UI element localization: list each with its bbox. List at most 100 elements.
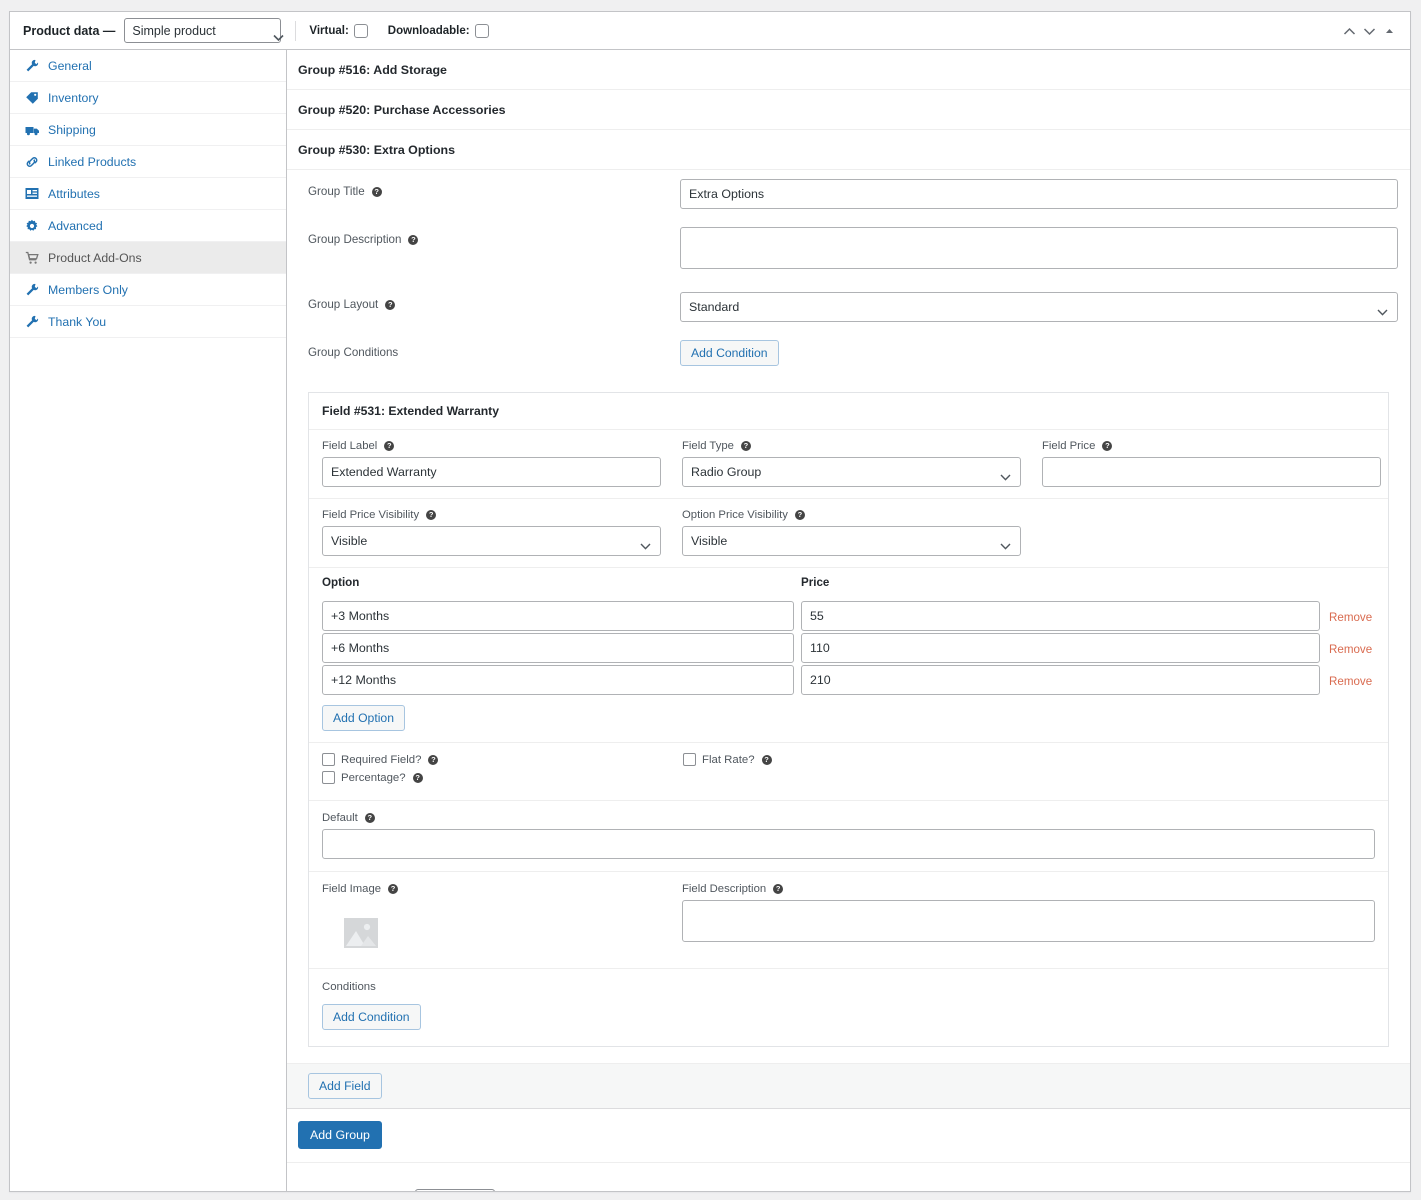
field-flags-left: Required Field? ? Percentage? ? <box>322 753 683 789</box>
sidebar-item-linked-products[interactable]: Linked Products <box>10 146 286 178</box>
field-conditions-label: Conditions <box>322 981 376 993</box>
group-description-label: Group Description <box>308 233 402 246</box>
flat-rate-row[interactable]: Flat Rate? ? <box>683 753 1375 766</box>
field-flags-block: Required Field? ? Percentage? ? Flat Rat… <box>309 743 1388 801</box>
help-tip-icon[interactable]: ? <box>412 772 423 783</box>
remove-option-link[interactable]: Remove <box>1329 640 1375 656</box>
group-header-520[interactable]: Group #520: Purchase Accessories <box>287 90 1410 130</box>
help-tip-icon[interactable]: ? <box>773 884 784 894</box>
option-price-visibility-label: Option Price Visibility <box>682 509 788 521</box>
option-name-input[interactable] <box>322 633 794 663</box>
product-type-select[interactable]: Simple product <box>124 18 284 43</box>
help-tip-icon[interactable]: ? <box>428 754 439 765</box>
sidebar-item-label: Advanced <box>48 218 103 233</box>
add-field-button[interactable]: Add Field <box>308 1073 382 1099</box>
group-layout-select[interactable]: Standard <box>680 292 1398 322</box>
sidebar-item-thank-you[interactable]: Thank You <box>10 306 286 338</box>
table-row: Remove <box>322 633 1375 663</box>
add-field-strip: Add Field <box>287 1063 1410 1109</box>
default-label: Default <box>322 812 358 824</box>
help-tip-icon[interactable]: ? <box>1102 441 1113 451</box>
truck-icon <box>24 122 40 138</box>
remove-option-link[interactable]: Remove <box>1329 672 1375 688</box>
downloadable-checkbox[interactable] <box>474 23 489 38</box>
display-groups-select[interactable]: Standard <box>415 1189 496 1191</box>
field-price-col: Field Price ? <box>1042 440 1381 487</box>
default-label-wrap: Default ? <box>322 812 1375 824</box>
help-tip-icon[interactable]: ? <box>388 884 399 894</box>
field-price-label: Field Price <box>1042 440 1096 452</box>
field-type-select[interactable]: Radio Group <box>682 457 1021 487</box>
field-add-condition-button[interactable]: Add Condition <box>322 1004 421 1030</box>
option-price-input[interactable] <box>801 665 1320 695</box>
default-input[interactable] <box>322 829 1375 859</box>
help-tip-icon[interactable]: ? <box>761 754 772 765</box>
field-description-textarea[interactable] <box>682 900 1375 942</box>
option-name-input[interactable] <box>322 665 794 695</box>
cart-icon <box>24 250 40 266</box>
option-price-input[interactable] <box>801 601 1320 631</box>
sidebar-item-label: Thank You <box>48 314 107 329</box>
sidebar-item-label: Inventory <box>48 90 99 105</box>
add-option-button[interactable]: Add Option <box>322 705 405 731</box>
percentage-row[interactable]: Percentage? ? <box>322 771 683 784</box>
option-price-visibility-value: Visible <box>691 534 728 548</box>
required-field-label: Required Field? <box>341 753 422 766</box>
add-ons-panel-content: Group #516: Add Storage Group #520: Purc… <box>287 50 1410 1191</box>
help-tip-icon[interactable]: ? <box>740 441 751 451</box>
sidebar-item-advanced[interactable]: Advanced <box>10 210 286 242</box>
field-image-col: Field Image ? <box>322 883 661 950</box>
chevron-down-icon <box>640 539 651 553</box>
group-header-530[interactable]: Group #530: Extra Options <box>287 130 1410 170</box>
help-tip-icon[interactable]: ? <box>384 441 395 451</box>
help-tip-icon[interactable]: ? <box>364 813 375 823</box>
group-header-516[interactable]: Group #516: Add Storage <box>287 50 1410 90</box>
virtual-checkbox-label[interactable]: Virtual: <box>309 23 368 38</box>
required-field-row[interactable]: Required Field? ? <box>322 753 683 766</box>
sidebar-item-product-add-ons[interactable]: Product Add-Ons <box>10 242 286 274</box>
group-title-input[interactable] <box>680 179 1398 209</box>
sidebar-item-label: Members Only <box>48 282 128 297</box>
sidebar-item-attributes[interactable]: Attributes <box>10 178 286 210</box>
help-tip-icon[interactable]: ? <box>408 234 419 245</box>
wrench-icon <box>24 58 40 74</box>
chevron-down-icon[interactable] <box>1359 21 1379 41</box>
product-data-header: Product data — Simple product Virtual: D… <box>10 12 1410 50</box>
flat-rate-checkbox[interactable] <box>683 753 696 766</box>
help-tip-icon[interactable]: ? <box>794 510 805 520</box>
option-price-cell <box>801 601 1320 631</box>
group-conditions-control: Add Condition <box>680 340 1398 366</box>
virtual-checkbox[interactable] <box>353 23 368 38</box>
option-name-cell <box>322 633 794 663</box>
add-group-button[interactable]: Add Group <box>298 1121 382 1149</box>
field-type-value: Radio Group <box>691 465 762 479</box>
help-tip-icon[interactable]: ? <box>385 299 396 310</box>
field-label-input[interactable] <box>322 457 661 487</box>
table-row: Remove <box>322 665 1375 695</box>
sidebar-item-shipping[interactable]: Shipping <box>10 114 286 146</box>
required-field-checkbox[interactable] <box>322 753 335 766</box>
field-price-input[interactable] <box>1042 457 1381 487</box>
column-header-option: Option <box>322 576 360 589</box>
group-description-textarea[interactable] <box>680 227 1398 269</box>
toggle-panel-icon[interactable] <box>1379 21 1399 41</box>
sidebar-item-members-only[interactable]: Members Only <box>10 274 286 306</box>
downloadable-checkbox-label[interactable]: Downloadable: <box>388 23 489 38</box>
group-description-row: Group Description ? <box>287 218 1410 283</box>
help-tip-icon[interactable]: ? <box>371 186 382 197</box>
group-layout-row: Group Layout ? Standard <box>287 283 1410 331</box>
sidebar-item-general[interactable]: General <box>10 50 286 82</box>
sidebar-item-inventory[interactable]: Inventory <box>10 82 286 114</box>
group-530-body: Group Title ? Group Description ? <box>287 170 1410 1109</box>
help-tip-icon[interactable]: ? <box>426 510 437 520</box>
option-price-input[interactable] <box>801 633 1320 663</box>
group-add-condition-button[interactable]: Add Condition <box>680 340 779 366</box>
percentage-checkbox[interactable] <box>322 771 335 784</box>
remove-option-link[interactable]: Remove <box>1329 608 1375 624</box>
image-placeholder-icon[interactable] <box>344 916 378 950</box>
option-price-visibility-select[interactable]: Visible <box>682 526 1021 556</box>
option-name-input[interactable] <box>322 601 794 631</box>
field-price-visibility-select[interactable]: Visible <box>322 526 661 556</box>
chevron-up-icon[interactable] <box>1339 21 1359 41</box>
divider <box>295 20 297 41</box>
